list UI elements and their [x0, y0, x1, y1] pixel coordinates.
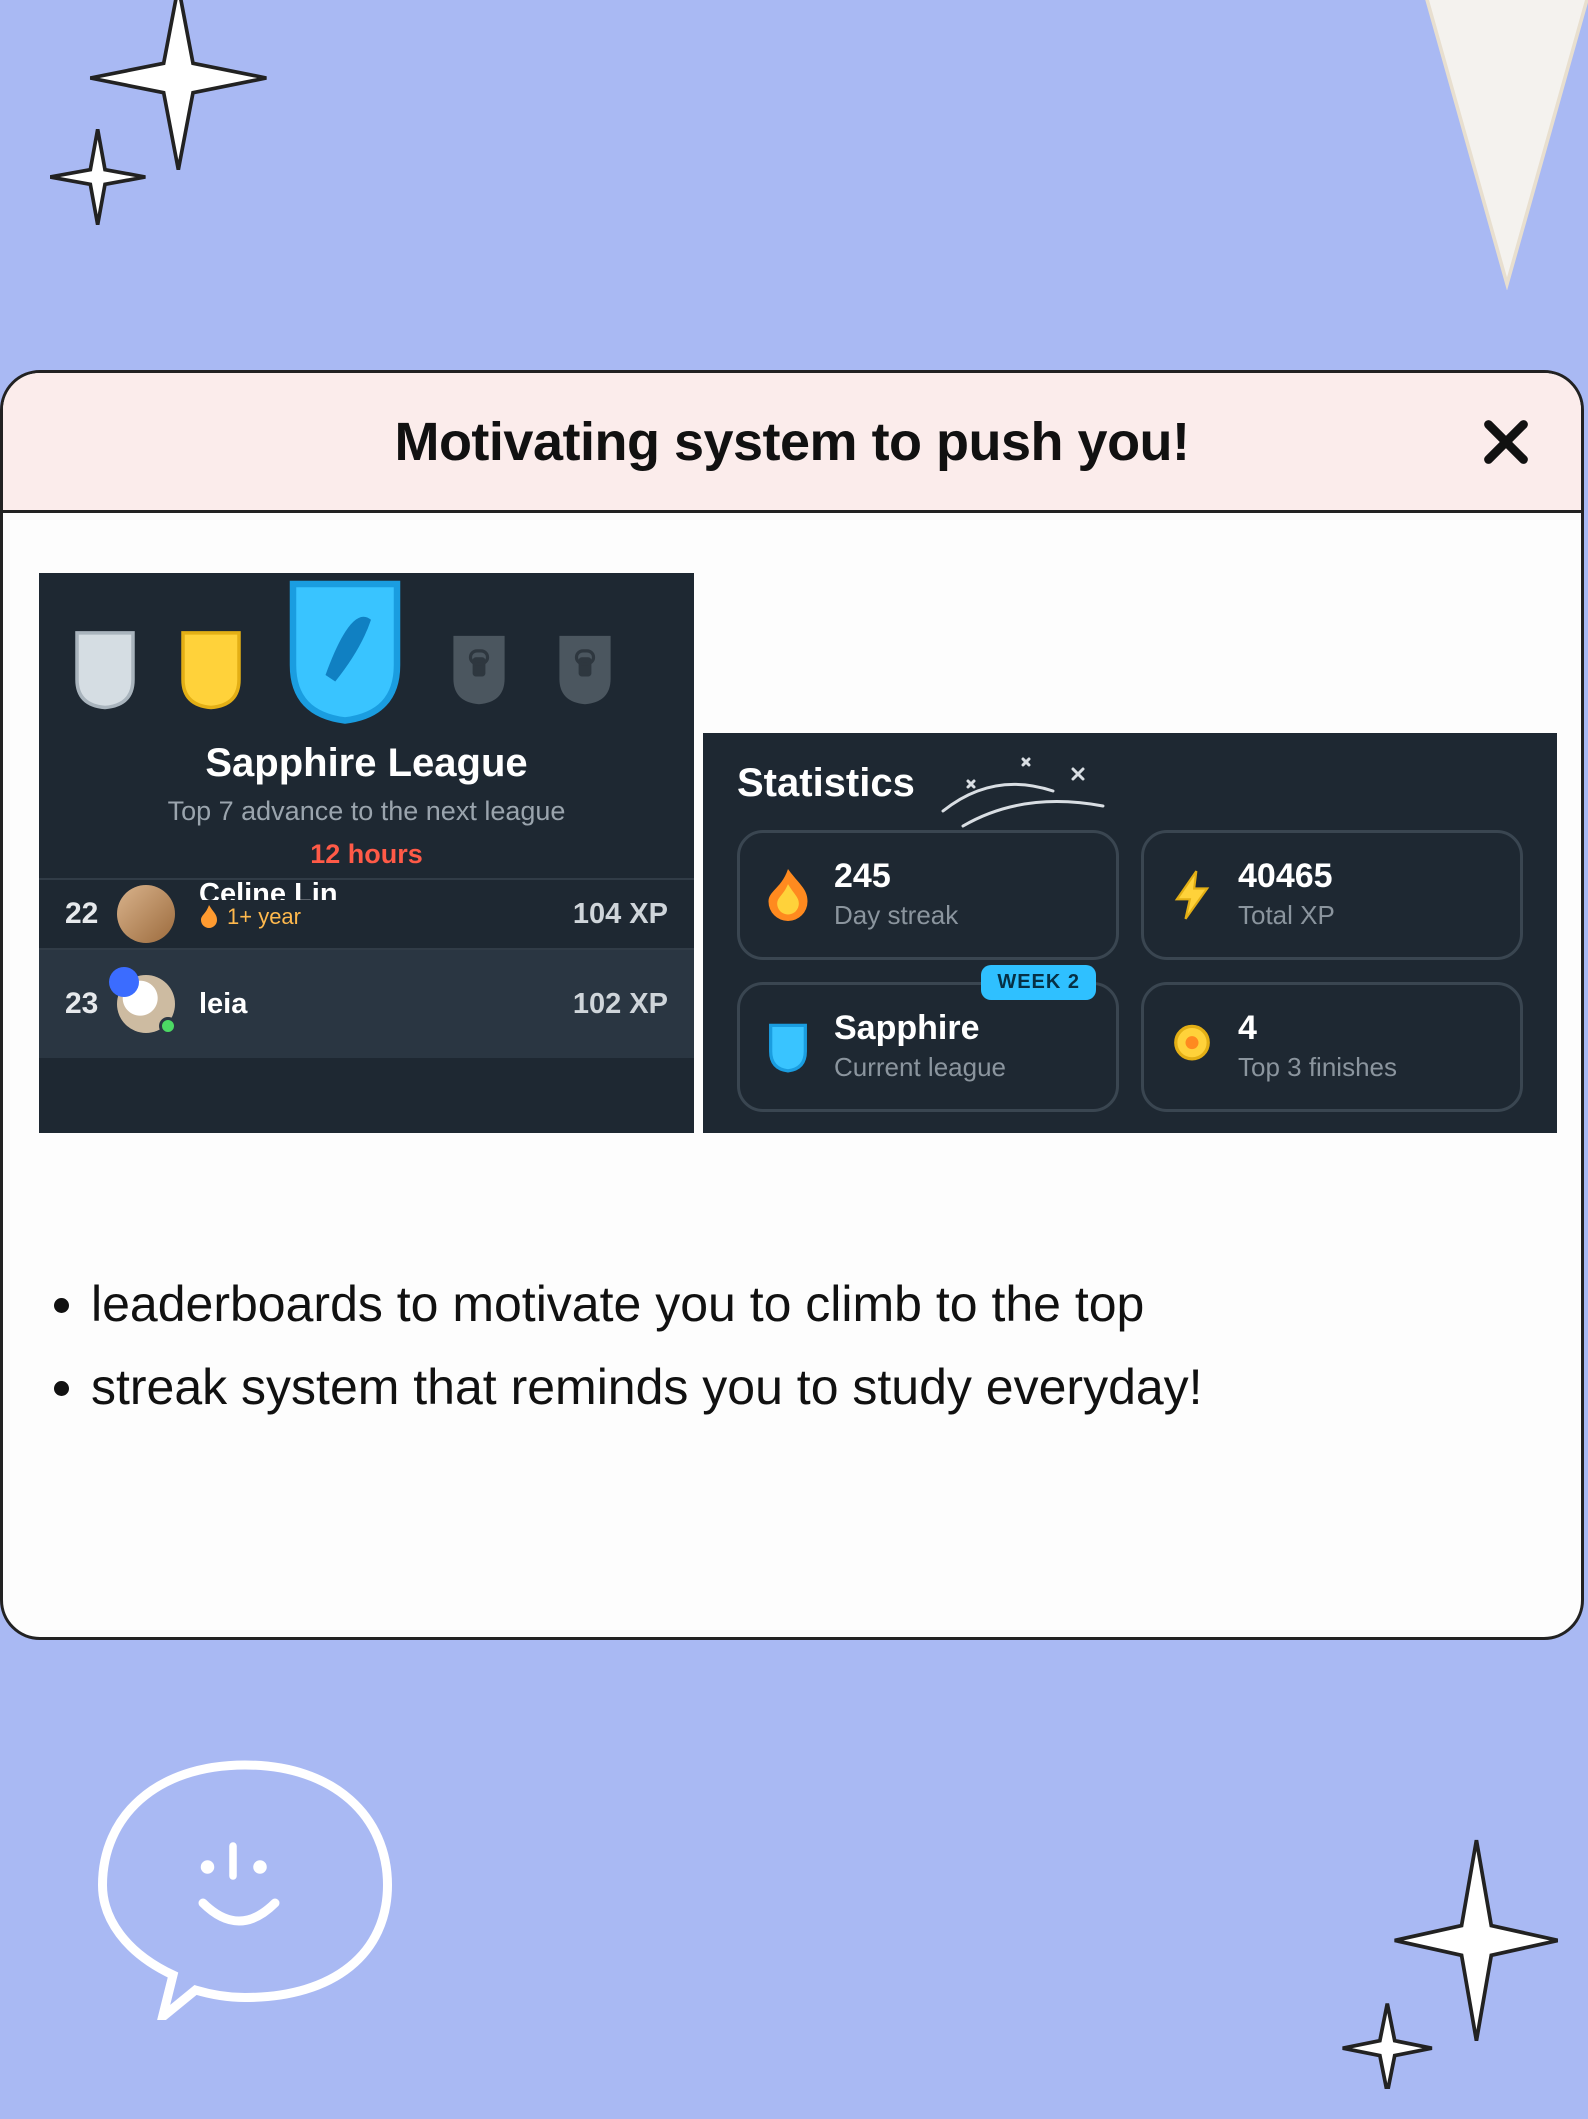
stat-total-xp[interactable]: 40465 Total XP: [1141, 830, 1523, 960]
league-shield-locked: [543, 619, 627, 719]
shield-icon: [766, 1021, 810, 1073]
triangle-shape-icon: [1408, 0, 1588, 290]
league-shield-sapphire-active[interactable]: [275, 579, 415, 719]
league-time-left: 12 hours: [39, 839, 694, 870]
card-title: Motivating system to push you!: [394, 411, 1189, 473]
info-card: Motivating system to push you!: [0, 370, 1584, 1640]
league-shield-gold[interactable]: [169, 619, 253, 719]
leaderboard-rank: 22: [65, 897, 117, 931]
stat-value: 245: [834, 859, 958, 895]
medal-icon: [1170, 1021, 1214, 1073]
card-header: Motivating system to push you!: [3, 373, 1581, 513]
flame-icon: [766, 869, 810, 921]
feature-bullets: leaderboards to motivate you to climb to…: [51, 1263, 1541, 1428]
leaderboard-username: Celine Lin: [199, 878, 573, 900]
league-name: Sapphire League: [39, 741, 694, 786]
leaderboard-row[interactable]: 22 Celine Lin 1+ year 104 XP: [39, 878, 694, 948]
league-shield-silver[interactable]: [63, 619, 147, 719]
streak-badge: 1+ year: [199, 904, 573, 930]
bullet-item: streak system that reminds you to study …: [91, 1346, 1541, 1429]
league-shield-locked: [437, 619, 521, 719]
sparkle-icon: [1328, 1829, 1558, 2089]
statistics-panel: Statistics 245: [703, 733, 1557, 1133]
stat-value: 4: [1238, 1011, 1397, 1047]
bolt-icon: [1170, 869, 1214, 921]
stat-day-streak[interactable]: 245 Day streak: [737, 830, 1119, 960]
online-indicator-icon: [159, 1017, 177, 1035]
stat-current-league[interactable]: WEEK 2 Sapphire Current league: [737, 982, 1119, 1112]
week-pill: WEEK 2: [981, 965, 1096, 1000]
bullet-item: leaderboards to motivate you to climb to…: [91, 1263, 1541, 1346]
speech-bubble-icon: [95, 1750, 395, 2020]
leaderboard-xp: 104 XP: [573, 898, 668, 931]
stat-value: Sapphire: [834, 1011, 1006, 1047]
stat-label: Current league: [834, 1052, 1006, 1083]
sparkle-doodle-icon: [933, 751, 1133, 841]
flame-icon: [199, 905, 219, 929]
avatar-badge-icon: [109, 967, 139, 997]
leaderboard-username: leia: [199, 988, 573, 1021]
avatar: [117, 975, 175, 1033]
leaderboard-panel: Sapphire League Top 7 advance to the nex…: [39, 573, 694, 1133]
stat-label: Top 3 finishes: [1238, 1052, 1397, 1083]
leaderboard-rank: 23: [65, 987, 117, 1021]
close-button[interactable]: [1481, 417, 1531, 467]
stat-value: 40465: [1238, 859, 1335, 895]
close-icon: [1481, 417, 1531, 467]
stat-label: Day streak: [834, 900, 958, 931]
leaderboard-row[interactable]: 23 leia 102 XP: [39, 948, 694, 1058]
card-body: Sapphire League Top 7 advance to the nex…: [3, 513, 1581, 553]
league-advance-text: Top 7 advance to the next league: [39, 796, 694, 827]
avatar: [117, 885, 175, 943]
leaderboard-xp: 102 XP: [573, 988, 668, 1021]
stat-label: Total XP: [1238, 900, 1335, 931]
sparkle-icon: [50, 0, 270, 230]
league-shields-row: [39, 573, 694, 729]
stat-top3-finishes[interactable]: 4 Top 3 finishes: [1141, 982, 1523, 1112]
